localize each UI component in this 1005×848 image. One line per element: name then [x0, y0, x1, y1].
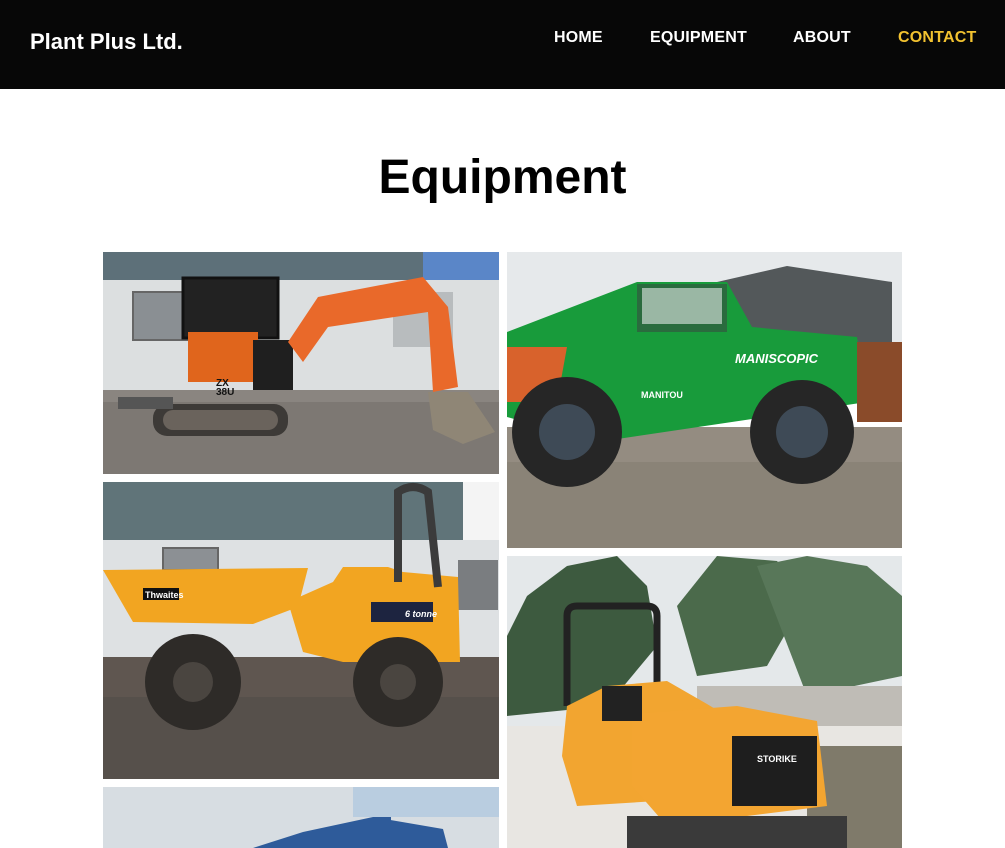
dumper-capacity-text: 6 tonne	[405, 609, 437, 619]
nav-link-about[interactable]: ABOUT	[793, 29, 851, 47]
site-header: Plant Plus Ltd. HOME EQUIPMENT ABOUT CON…	[0, 0, 1005, 89]
dumper-brand-text: Thwaites	[145, 590, 184, 600]
gallery-photo-dumper[interactable]: Thwaites 6 tonne	[103, 482, 499, 779]
excavator-size-text: 38U	[216, 387, 234, 398]
excavator-image: ZX 38U	[103, 252, 499, 474]
dumper-image: Thwaites 6 tonne	[103, 482, 499, 779]
roller-brand-text: STORIKE	[757, 754, 797, 764]
page-title: Equipment	[378, 151, 627, 204]
nav-link-home[interactable]: HOME	[554, 29, 603, 47]
brand-logo-link[interactable]: Plant Plus Ltd.	[30, 29, 183, 55]
building-image	[103, 787, 499, 848]
gallery-photo-excavator[interactable]: ZX 38U	[103, 252, 499, 474]
telehandler-image: MANISCOPIC MANITOU	[507, 252, 902, 548]
gallery-photo-telehandler[interactable]: MANISCOPIC MANITOU	[507, 252, 902, 548]
roller-image: STORIKE	[507, 556, 902, 848]
gallery-photo-roller[interactable]: STORIKE	[507, 556, 902, 848]
telehandler-model-text: MANISCOPIC	[735, 351, 819, 366]
gallery-photo-building[interactable]	[103, 787, 499, 848]
telehandler-brand-text: MANITOU	[641, 390, 683, 400]
nav-link-contact[interactable]: CONTACT	[898, 29, 976, 47]
nav-link-equipment[interactable]: EQUIPMENT	[650, 29, 747, 47]
